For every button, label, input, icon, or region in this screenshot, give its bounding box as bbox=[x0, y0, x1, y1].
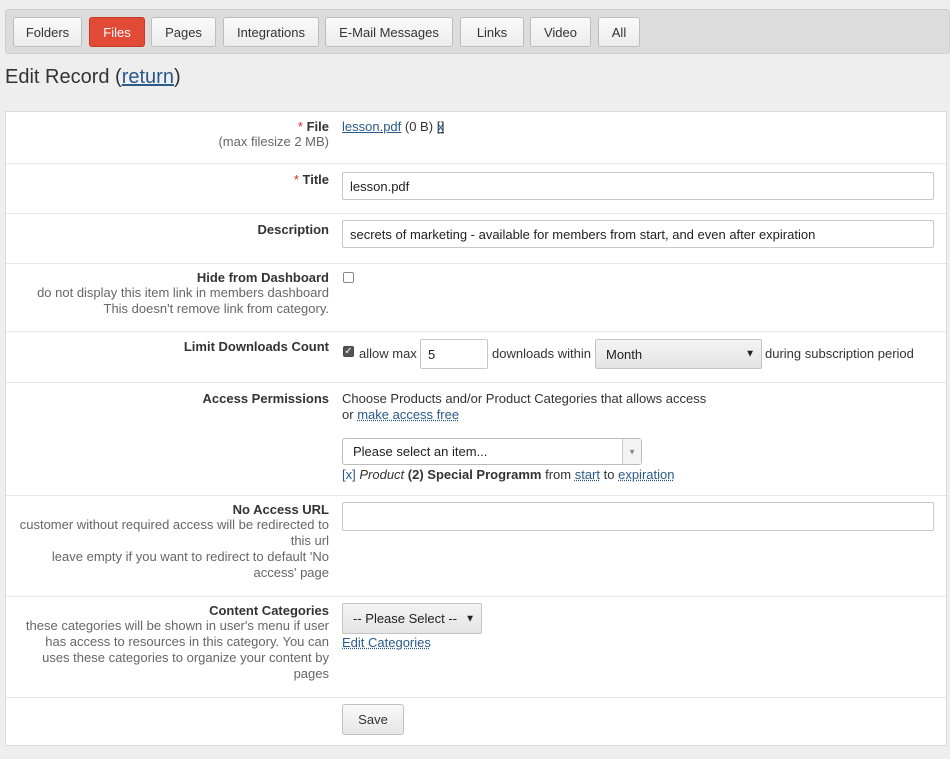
access-item-type: Product bbox=[359, 467, 405, 482]
no-access-help-3: leave empty if you want to redirect to d… bbox=[51, 549, 329, 564]
no-access-help-2: this url bbox=[290, 533, 329, 548]
title-label-block: * Title bbox=[9, 172, 329, 187]
categories-help-1: these categories will be shown in user's… bbox=[25, 618, 329, 633]
row-save: Save bbox=[6, 697, 946, 745]
hide-checkbox[interactable] bbox=[343, 272, 354, 283]
access-placeholder: Please select an item... bbox=[353, 444, 488, 459]
hide-label-block: Hide from Dashboard do not display this … bbox=[9, 270, 329, 317]
tab-video[interactable]: Video bbox=[530, 17, 591, 47]
row-hide-dashboard: Hide from Dashboard do not display this … bbox=[6, 263, 946, 332]
save-button[interactable]: Save bbox=[342, 704, 404, 735]
limit-count-input[interactable]: 5 bbox=[420, 339, 488, 369]
access-item-from: from bbox=[545, 467, 572, 482]
file-label-block: * File (max filesize 2 MB) bbox=[9, 119, 329, 150]
downloads-within-label: downloads within bbox=[492, 346, 592, 361]
chevron-down-icon: ▼ bbox=[465, 613, 475, 624]
description-label-block: Description bbox=[9, 222, 329, 237]
tab-email-messages[interactable]: E-Mail Messages bbox=[325, 17, 453, 47]
no-access-url-input[interactable] bbox=[342, 502, 934, 531]
limit-label-block: Limit Downloads Count bbox=[9, 339, 329, 354]
categories-select-value: -- Please Select -- bbox=[353, 611, 458, 626]
file-size: (0 B) bbox=[404, 119, 434, 134]
access-item-select[interactable]: Please select an item... ▼ bbox=[342, 438, 642, 465]
row-file: * File (max filesize 2 MB) lesson.pdf (0… bbox=[6, 112, 946, 164]
edit-categories-link[interactable]: Edit Categories bbox=[342, 635, 431, 650]
return-link[interactable]: return bbox=[122, 66, 174, 88]
page-title-text: Edit Record ( bbox=[5, 66, 122, 88]
categories-help-3: uses these categories to organize your c… bbox=[42, 650, 329, 665]
access-item-end-link[interactable]: expiration bbox=[618, 467, 674, 482]
required-mark: * bbox=[293, 172, 299, 187]
row-title: * Title lesson.pdf bbox=[6, 163, 946, 214]
row-no-access-url: No Access URL customer without required … bbox=[6, 495, 946, 597]
hide-help-1: do not display this item link in members… bbox=[37, 285, 329, 300]
access-or: or bbox=[342, 407, 354, 422]
access-item-start-link[interactable]: start bbox=[575, 467, 600, 482]
tab-all[interactable]: All bbox=[598, 17, 640, 47]
description-label: Description bbox=[257, 222, 329, 237]
tab-integrations[interactable]: Integrations bbox=[223, 17, 319, 47]
row-access-permissions: Access Permissions Choose Products and/o… bbox=[6, 382, 946, 496]
no-access-help-1: customer without required access will be… bbox=[19, 517, 329, 532]
limit-label: Limit Downloads Count bbox=[183, 339, 329, 354]
categories-label-block: Content Categories these categories will… bbox=[9, 603, 329, 682]
period-select[interactable]: Month ▼ bbox=[595, 339, 762, 369]
file-help: (max filesize 2 MB) bbox=[218, 134, 329, 149]
title-label: Title bbox=[302, 172, 330, 187]
access-description: Choose Products and/or Product Categorie… bbox=[342, 391, 706, 423]
access-item-name: (2) Special Programm bbox=[407, 467, 542, 482]
limit-checkbox[interactable]: ✓ bbox=[343, 346, 354, 357]
access-item-remove[interactable]: [x] bbox=[342, 467, 356, 482]
file-field: lesson.pdf (0 B) [x] bbox=[342, 119, 444, 134]
page-title: Edit Record (return) bbox=[5, 66, 181, 89]
no-access-help-4: access' page bbox=[253, 565, 329, 580]
edit-form: * File (max filesize 2 MB) lesson.pdf (0… bbox=[5, 111, 947, 746]
description-input[interactable]: secrets of marketing - available for mem… bbox=[342, 220, 934, 248]
row-content-categories: Content Categories these categories will… bbox=[6, 596, 946, 698]
period-value: Month bbox=[606, 346, 643, 362]
access-label: Access Permissions bbox=[202, 391, 329, 406]
chevron-down-icon: ▼ bbox=[745, 348, 755, 360]
file-link[interactable]: lesson.pdf bbox=[342, 119, 401, 134]
access-item-to: to bbox=[603, 467, 615, 482]
categories-select[interactable]: -- Please Select -- ▼ bbox=[342, 603, 482, 634]
no-access-label: No Access URL bbox=[232, 502, 329, 517]
categories-help-4: pages bbox=[293, 666, 329, 681]
tab-folders[interactable]: Folders bbox=[13, 17, 82, 47]
tab-pages[interactable]: Pages bbox=[151, 17, 216, 47]
categories-label: Content Categories bbox=[209, 603, 329, 618]
title-input[interactable]: lesson.pdf bbox=[342, 172, 934, 200]
categories-help-2: has access to resources in this category… bbox=[45, 634, 329, 649]
no-access-label-block: No Access URL customer without required … bbox=[9, 502, 329, 581]
file-label: File bbox=[306, 119, 329, 134]
page-title-close: ) bbox=[173, 66, 181, 88]
subscription-period-label: during subscription period bbox=[765, 346, 914, 361]
access-label-block: Access Permissions bbox=[9, 391, 329, 406]
hide-help-2: This doesn't remove link from category. bbox=[103, 301, 330, 316]
access-item: [x] Product (2) Special Programm from st… bbox=[342, 467, 674, 482]
tab-files[interactable]: Files bbox=[89, 17, 145, 47]
row-description: Description secrets of marketing - avail… bbox=[6, 213, 946, 264]
hide-label: Hide from Dashboard bbox=[196, 270, 329, 285]
tab-bar: Folders Files Pages Integrations E-Mail … bbox=[5, 9, 950, 54]
make-access-free-link[interactable]: make access free bbox=[357, 407, 459, 422]
allow-max-label: allow max bbox=[359, 346, 417, 361]
required-mark: * bbox=[297, 119, 303, 134]
tab-links[interactable]: Links bbox=[460, 17, 524, 47]
row-limit-downloads: Limit Downloads Count ✓ allow max 5 down… bbox=[6, 331, 946, 383]
chevron-down-icon: ▼ bbox=[628, 447, 636, 456]
file-remove-close: ] bbox=[440, 119, 445, 134]
access-line1: Choose Products and/or Product Categorie… bbox=[342, 391, 707, 406]
access-line2: or make access free bbox=[342, 407, 706, 423]
